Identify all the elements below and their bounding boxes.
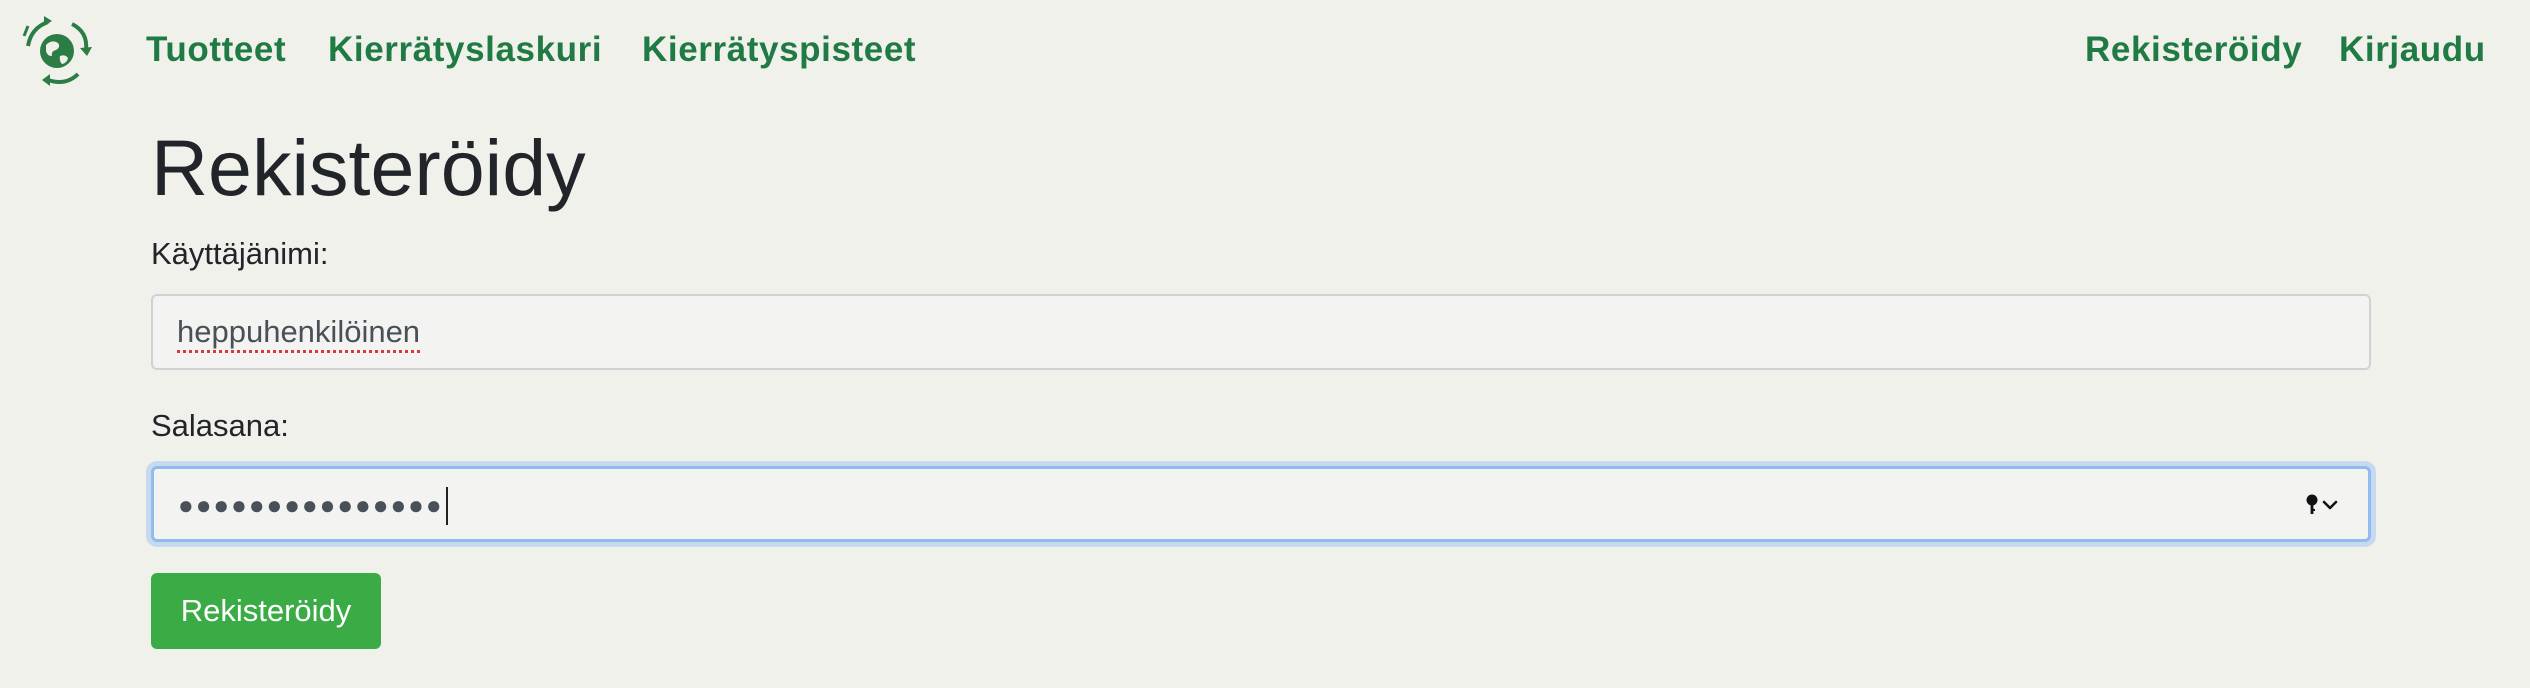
password-input[interactable]: ●●●●●●●●●●●●●●● — [151, 466, 2371, 542]
username-label: Käyttäjänimi: — [151, 236, 329, 271]
username-value: heppuhenkilöinen — [177, 314, 421, 349]
nav-link-rekisteroidy[interactable]: Rekisteröidy — [2085, 28, 2302, 72]
username-input[interactable]: heppuhenkilöinen — [151, 294, 2371, 370]
key-dropdown-icon[interactable] — [2302, 493, 2342, 517]
nav-link-kierratyslaskuri[interactable]: Kierrätyslaskuri — [328, 28, 602, 72]
password-value: ●●●●●●●●●●●●●●● — [178, 490, 444, 520]
page-title: Rekisteröidy — [151, 123, 586, 212]
recycling-globe-icon[interactable] — [16, 10, 98, 92]
nav-link-kirjaudu[interactable]: Kirjaudu — [2339, 28, 2486, 72]
top-navbar: Tuotteet Kierrätyslaskuri Kierrätyspiste… — [0, 0, 2530, 100]
password-label: Salasana: — [151, 408, 289, 443]
text-caret — [445, 486, 448, 525]
nav-link-tuotteet[interactable]: Tuotteet — [146, 28, 286, 72]
nav-link-kierratyspisteet[interactable]: Kierrätyspisteet — [642, 28, 916, 72]
register-submit-button[interactable]: Rekisteröidy — [151, 573, 381, 649]
